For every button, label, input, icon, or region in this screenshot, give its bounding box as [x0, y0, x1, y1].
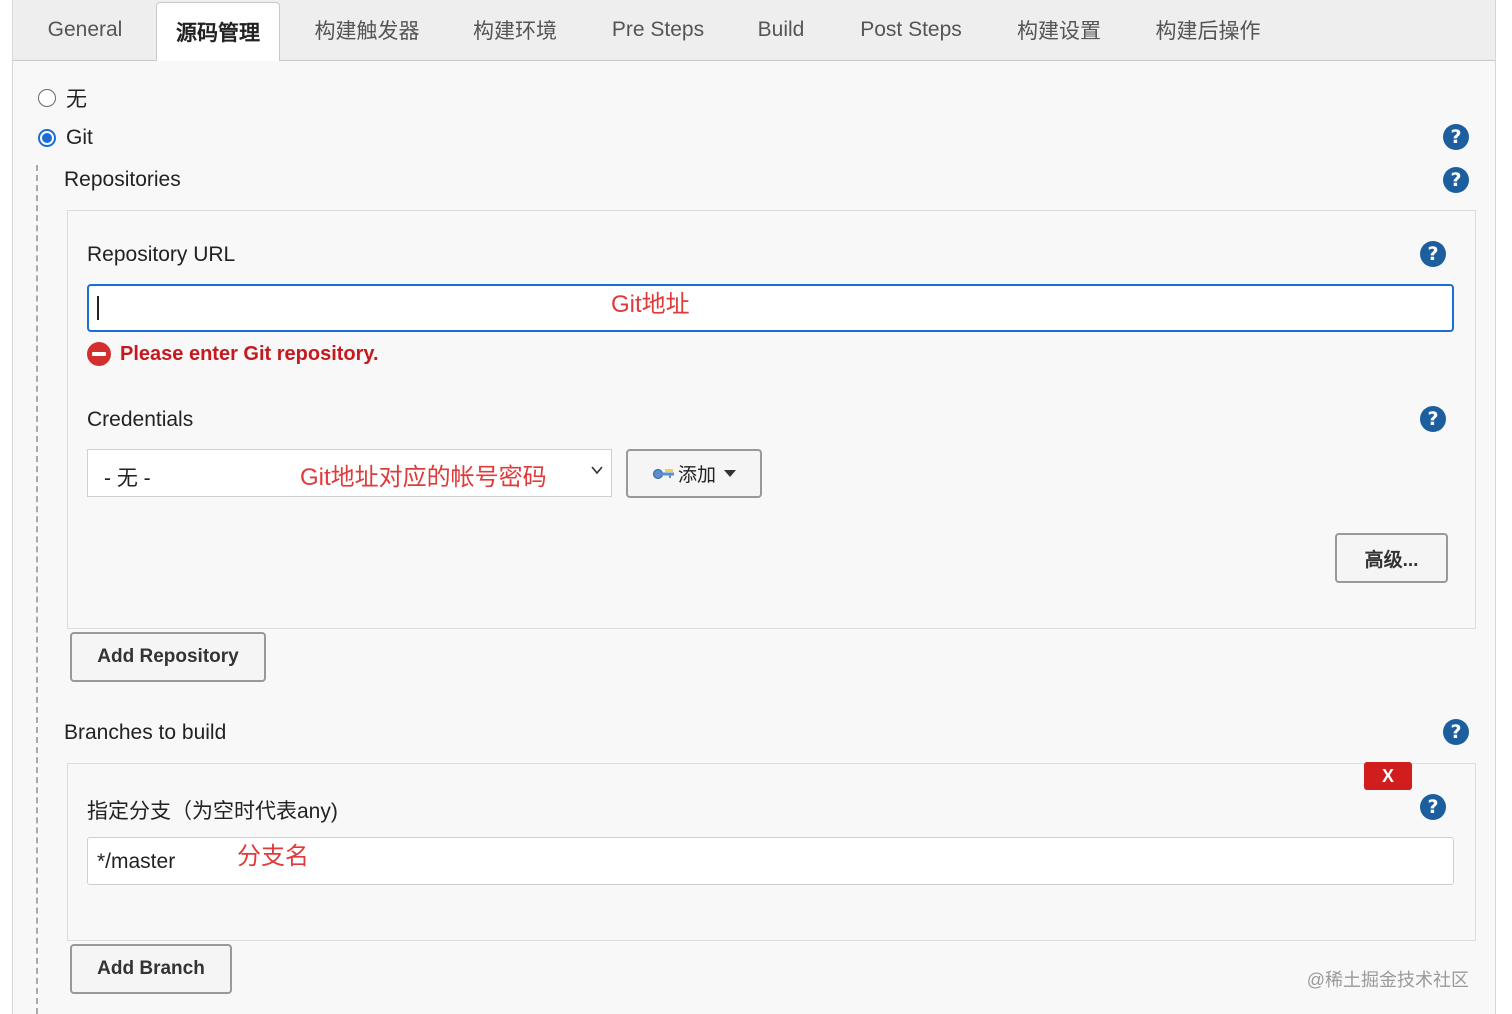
delete-branch-button[interactable]: X: [1364, 762, 1412, 790]
radio-git-label: Git: [66, 126, 93, 149]
radio-none[interactable]: [38, 89, 56, 107]
error-icon: [87, 342, 111, 366]
scm-option-git[interactable]: Git: [38, 126, 93, 150]
config-panel: General 源码管理 构建触发器 构建环境 Pre Steps Build …: [12, 0, 1496, 1014]
help-icon-branch-specifier[interactable]: ?: [1420, 794, 1446, 820]
add-credentials-button[interactable]: 添加: [626, 449, 762, 498]
tab-build-settings[interactable]: 构建设置: [997, 0, 1121, 60]
tab-build-environment[interactable]: 构建环境: [453, 0, 577, 60]
help-icon-git[interactable]: ?: [1443, 124, 1469, 150]
radio-git[interactable]: [38, 129, 56, 147]
credentials-select-value: - 无 -: [104, 467, 151, 490]
repositories-label: Repositories: [64, 168, 181, 191]
branch-specifier-label: 指定分支（为空时代表any): [87, 800, 338, 823]
repository-box: [67, 210, 1476, 629]
tab-post-steps[interactable]: Post Steps: [840, 0, 982, 60]
advanced-button[interactable]: 高级...: [1335, 533, 1448, 583]
repository-url-input[interactable]: [87, 284, 1454, 332]
repository-url-annotation: Git地址: [611, 291, 690, 318]
branch-annotation: 分支名: [237, 843, 309, 870]
add-credentials-label: 添加: [677, 465, 716, 486]
branch-specifier-value: */master: [97, 850, 176, 873]
tab-pre-steps[interactable]: Pre Steps: [591, 0, 725, 60]
scm-option-none[interactable]: 无: [38, 83, 87, 113]
radio-none-label: 无: [66, 88, 87, 111]
tab-bar: General 源码管理 构建触发器 构建环境 Pre Steps Build …: [13, 0, 1495, 61]
help-icon-credentials[interactable]: ?: [1420, 406, 1446, 432]
watermark: @稀土掘金技术社区: [1306, 970, 1469, 990]
tab-build-triggers[interactable]: 构建触发器: [298, 0, 436, 60]
credentials-annotation: Git地址对应的帐号密码: [300, 464, 547, 491]
help-icon-branches[interactable]: ?: [1443, 719, 1469, 745]
section-indent-line: [36, 165, 38, 1014]
tab-general[interactable]: General: [27, 0, 143, 60]
text-caret: [97, 296, 99, 320]
key-icon: [652, 468, 674, 479]
chevron-down-icon: [591, 466, 603, 475]
tab-post-build-actions[interactable]: 构建后操作: [1135, 0, 1281, 60]
repository-url-error: Please enter Git repository.: [87, 342, 379, 366]
add-repository-button[interactable]: Add Repository: [70, 632, 266, 682]
repository-url-error-text: Please enter Git repository.: [120, 342, 379, 365]
add-branch-button[interactable]: Add Branch: [70, 944, 232, 994]
branches-label: Branches to build: [64, 721, 227, 744]
help-icon-repositories[interactable]: ?: [1443, 167, 1469, 193]
help-icon-repository-url[interactable]: ?: [1420, 241, 1446, 267]
credentials-label: Credentials: [87, 408, 194, 431]
tab-build[interactable]: Build: [740, 0, 822, 60]
repository-url-label: Repository URL: [87, 243, 236, 266]
tab-source-management[interactable]: 源码管理: [156, 2, 280, 61]
caret-down-icon: [724, 470, 736, 477]
